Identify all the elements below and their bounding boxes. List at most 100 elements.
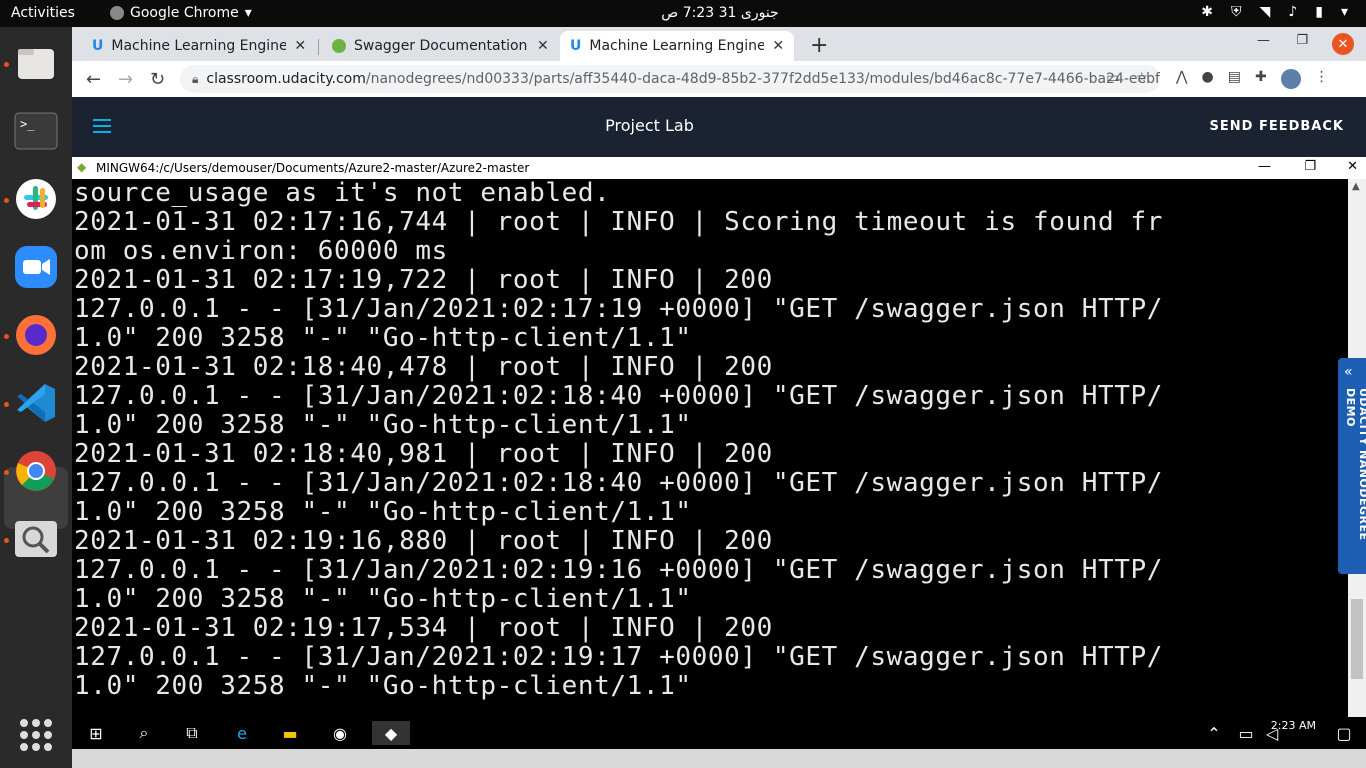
mingw-icon: ◆ <box>77 160 87 174</box>
maximize-icon[interactable]: ❐ <box>1296 33 1308 48</box>
terminal-line: 127.0.0.1 - - [31/Jan/2021:02:18:40 +000… <box>74 381 1163 411</box>
terminal-titlebar: ◆ MINGW64:/c/Users/demouser/Documents/Az… <box>72 157 1366 179</box>
ie-icon[interactable]: e <box>230 721 254 745</box>
extension-a-icon[interactable]: ⋀ <box>1176 69 1187 89</box>
reload-icon[interactable]: ↻ <box>150 69 165 90</box>
swagger-favicon-icon <box>332 39 346 53</box>
chevron-down-icon[interactable]: ▾ <box>1341 4 1348 20</box>
svg-text:>_: >_ <box>20 117 35 131</box>
send-feedback-button[interactable]: SEND FEEDBACK <box>1210 119 1344 134</box>
page-title: Project Lab <box>605 116 694 135</box>
chrome-taskbar-icon[interactable]: ◉ <box>328 721 352 745</box>
double-chevron-icon: « <box>1344 364 1353 380</box>
dock: >_ <box>0 27 72 768</box>
bottom-bar <box>72 749 1366 768</box>
udacity-favicon-icon: U <box>570 38 582 54</box>
terminal-line: 2021-01-31 02:17:16,744 | root | INFO | … <box>74 207 1163 237</box>
files-icon[interactable] <box>12 39 60 87</box>
chrome-window: U Machine Learning Engine ✕ Swagger Docu… <box>72 27 1366 768</box>
extension-vu-icon[interactable]: ● <box>1201 69 1213 89</box>
battery-icon[interactable]: ▮ <box>1315 4 1323 20</box>
close-icon[interactable]: ✕ <box>772 38 784 54</box>
close-icon[interactable]: ✕ <box>537 38 549 54</box>
vscode-icon[interactable] <box>12 379 60 427</box>
terminal-line: 2021-01-31 02:18:40,478 | root | INFO | … <box>74 352 773 382</box>
extension-gitzip-icon[interactable]: ▤ <box>1228 69 1241 89</box>
app-menu[interactable]: Google Chrome ▾ <box>110 5 252 21</box>
show-applications-icon[interactable] <box>20 719 52 751</box>
scroll-up-icon[interactable]: ▲ <box>1352 181 1360 192</box>
url-path: /nanodegrees/nd00333/parts/aff35440-daca… <box>365 71 1160 87</box>
close-icon[interactable]: ✕ <box>1347 159 1358 174</box>
puzzle-icon[interactable]: ✚ <box>1255 69 1267 89</box>
new-tab-button[interactable]: + <box>810 33 828 58</box>
url-host: classroom.udacity.com <box>206 71 366 87</box>
tab-title: Swagger Documentation <box>354 38 528 54</box>
windows-start-icon[interactable]: ⊞ <box>84 721 108 745</box>
terminal-icon[interactable]: >_ <box>12 107 60 155</box>
running-indicator <box>4 470 9 475</box>
terminal-line: 127.0.0.1 - - [31/Jan/2021:02:19:17 +000… <box>74 642 1163 672</box>
firefox-icon[interactable] <box>12 311 60 359</box>
running-indicator <box>4 538 9 543</box>
system-tray[interactable]: ✱ ⛨ ◥ ♪ ▮ ▾ <box>1201 4 1348 20</box>
tray-chevron-icon[interactable]: ⌃ <box>1202 721 1226 745</box>
tab-separator <box>318 39 319 55</box>
system-top-bar: Activities Google Chrome ▾ جنوری 31 7:23… <box>0 0 1366 27</box>
minimize-icon[interactable]: — <box>1257 33 1270 48</box>
terminal-line: 1.0" 200 3258 "-" "Go-http-client/1.1" <box>74 323 692 353</box>
git-bash-icon[interactable]: ◆ <box>372 721 410 745</box>
tab-ml-engine-1[interactable]: U Machine Learning Engine ✕ <box>82 31 316 61</box>
back-icon[interactable]: ← <box>86 69 101 90</box>
udacity-demo-side-tab[interactable]: « UDACITY NANODEGREE DEMO <box>1338 358 1366 574</box>
forward-icon[interactable]: → <box>118 69 133 90</box>
chevron-down-icon: ▾ <box>244 5 252 21</box>
taskbar-clock[interactable]: 2:23 AM <box>1271 719 1316 732</box>
terminal-line: 127.0.0.1 - - [31/Jan/2021:02:18:40 +000… <box>74 468 1163 498</box>
slack-tray-icon[interactable]: ✱ <box>1201 4 1213 20</box>
system-clock[interactable]: جنوری 31 7:23 ص <box>650 5 790 21</box>
network-icon[interactable]: ▭ <box>1234 721 1258 745</box>
terminal-line: 127.0.0.1 - - [31/Jan/2021:02:17:19 +000… <box>74 294 1163 324</box>
udacity-header: Project Lab SEND FEEDBACK <box>72 97 1366 157</box>
running-indicator <box>4 334 9 339</box>
terminal-line: 2021-01-31 02:19:16,880 | root | INFO | … <box>74 526 773 556</box>
wifi-icon[interactable]: ◥ <box>1260 4 1271 20</box>
tab-ml-engine-2[interactable]: U Machine Learning Engine ✕ <box>560 31 795 61</box>
activities-button[interactable]: Activities <box>11 5 75 21</box>
tab-swagger[interactable]: Swagger Documentation ✕ <box>322 31 559 61</box>
notification-icon[interactable]: ▢ <box>1332 721 1356 745</box>
kebab-menu-icon[interactable]: ⋮ <box>1315 69 1329 89</box>
app-menu-label: Google Chrome <box>130 5 239 21</box>
chrome-icon[interactable] <box>12 447 60 495</box>
slack-icon[interactable] <box>12 175 60 223</box>
terminal-line: 2021-01-31 02:19:17,534 | root | INFO | … <box>74 613 773 643</box>
task-view-icon[interactable]: ⧉ <box>180 721 204 745</box>
zoom-icon[interactable] <box>12 243 60 291</box>
tab-title: Machine Learning Engine <box>589 38 765 54</box>
search-icon[interactable]: ⌕ <box>132 721 156 745</box>
scrollbar-thumb[interactable] <box>1351 599 1363 679</box>
lock-icon: 🔒︎ <box>192 71 199 86</box>
running-indicator <box>4 402 9 407</box>
volume-icon[interactable]: ♪ <box>1288 4 1297 20</box>
terminal-line: source_usage as it's not enabled. <box>74 179 611 208</box>
folder-icon[interactable]: ▬ <box>278 721 302 745</box>
terminal-output[interactable]: source_usage as it's not enabled. 2021-01… <box>72 179 1348 717</box>
address-bar[interactable]: 🔒︎ classroom.udacity.com/nanodegrees/nd0… <box>180 65 1160 93</box>
cast-icon[interactable]: ▭ <box>1106 70 1119 86</box>
terminal-line: 2021-01-31 02:17:19,722 | root | INFO | … <box>74 265 773 295</box>
terminal-line: 1.0" 200 3258 "-" "Go-http-client/1.1" <box>74 497 692 527</box>
avatar[interactable] <box>1280 69 1301 89</box>
terminal-title: MINGW64:/c/Users/demouser/Documents/Azur… <box>96 161 530 175</box>
terminal-line: 127.0.0.1 - - [31/Jan/2021:02:19:16 +000… <box>74 555 1163 585</box>
maximize-icon[interactable]: ❐ <box>1304 159 1316 174</box>
star-icon[interactable]: ☆ <box>1135 70 1148 86</box>
tab-strip: U Machine Learning Engine ✕ Swagger Docu… <box>72 27 1366 61</box>
search-tool-icon[interactable] <box>12 515 60 563</box>
close-icon[interactable]: ✕ <box>294 38 306 54</box>
minimize-icon[interactable]: — <box>1258 159 1271 174</box>
shield-icon[interactable]: ⛨ <box>1231 4 1242 20</box>
windows-taskbar: ⊞ ⌕ ⧉ e ▬ ◉ ◆ ⌃ ▭ ◁ 2:23 AM ▢ <box>72 717 1366 749</box>
window-close-button[interactable]: ✕ <box>1332 33 1354 55</box>
